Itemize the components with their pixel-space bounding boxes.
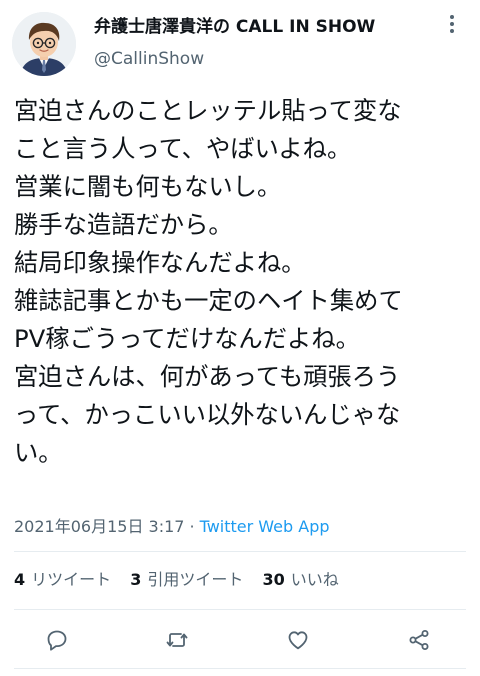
likes-stat[interactable]: 30 いいね — [263, 570, 339, 589]
tweet-text-line: PV稼ごうってだけなんだよね。 — [14, 324, 360, 353]
quotes-stat[interactable]: 3 引用ツイート — [130, 570, 243, 589]
tweet-text: 宮迫さんのことレッテル貼って変な こと言う人って、やばいよね。 営業に闇も何もな… — [14, 92, 474, 472]
tweet-text-line: 雑誌記事とかも一定のヘイト集めて — [14, 286, 403, 315]
retweet-icon[interactable] — [161, 624, 193, 656]
retweet-glyph — [166, 633, 188, 647]
divider — [14, 609, 466, 610]
tweet-text-line: 宮迫さんのことレッテル貼って変な — [14, 96, 402, 125]
reply-icon[interactable] — [41, 624, 73, 656]
retweets-count: 4 — [14, 570, 26, 589]
tweet-timestamp[interactable]: 2021年06月15日 3:17 — [14, 517, 184, 536]
tweet-text-line: い。 — [14, 438, 63, 467]
tweet-text-line: って、かっこいい以外ないんじゃな — [14, 400, 401, 429]
tweet-text-line: 営業に闇も何もないし。 — [14, 172, 282, 201]
quotes-label: 引用ツイート — [147, 570, 244, 589]
retweets-stat[interactable]: 4 リツイート — [14, 570, 111, 589]
user-handle[interactable]: @CallinShow — [94, 48, 204, 70]
reply-glyph — [47, 630, 67, 651]
heart-glyph — [288, 631, 308, 650]
person-avatar-icon[interactable] — [12, 12, 76, 76]
tweet-header: 弁護士唐澤貴洋の CALL IN SHOW @CallinShow — [0, 0, 480, 80]
tweet-actions-bar — [0, 620, 480, 660]
tweet-meta: 2021年06月15日 3:17 · Twitter Web App — [14, 516, 330, 538]
likes-count: 30 — [262, 570, 285, 589]
avatar-illustration — [12, 12, 76, 76]
heart-icon[interactable] — [282, 624, 314, 656]
tweet-stats: 4 リツイート 3 引用ツイート 30 いいね — [14, 569, 353, 591]
tweet-text-line: 勝手な造語だから。 — [14, 210, 233, 239]
divider — [14, 551, 466, 552]
tweet-text-line: 宮迫さんは、何があっても頑張ろう — [14, 362, 401, 391]
share-glyph — [409, 630, 429, 650]
tweet-text-line: 結局印象操作なんだよね。 — [14, 248, 306, 277]
more-vertical-icon[interactable] — [438, 10, 466, 38]
display-name[interactable]: 弁護士唐澤貴洋の CALL IN SHOW — [94, 16, 375, 38]
more-dots-glyph — [450, 15, 454, 33]
tweet-text-line: こと言う人って、やばいよね。 — [14, 134, 352, 163]
tweet-source-link[interactable]: Twitter Web App — [200, 517, 330, 536]
likes-label: いいね — [290, 570, 339, 589]
share-icon[interactable] — [403, 624, 435, 656]
retweets-label: リツイート — [31, 570, 112, 589]
quotes-count: 3 — [130, 570, 142, 589]
meta-separator: · — [189, 517, 195, 536]
divider — [14, 668, 466, 669]
